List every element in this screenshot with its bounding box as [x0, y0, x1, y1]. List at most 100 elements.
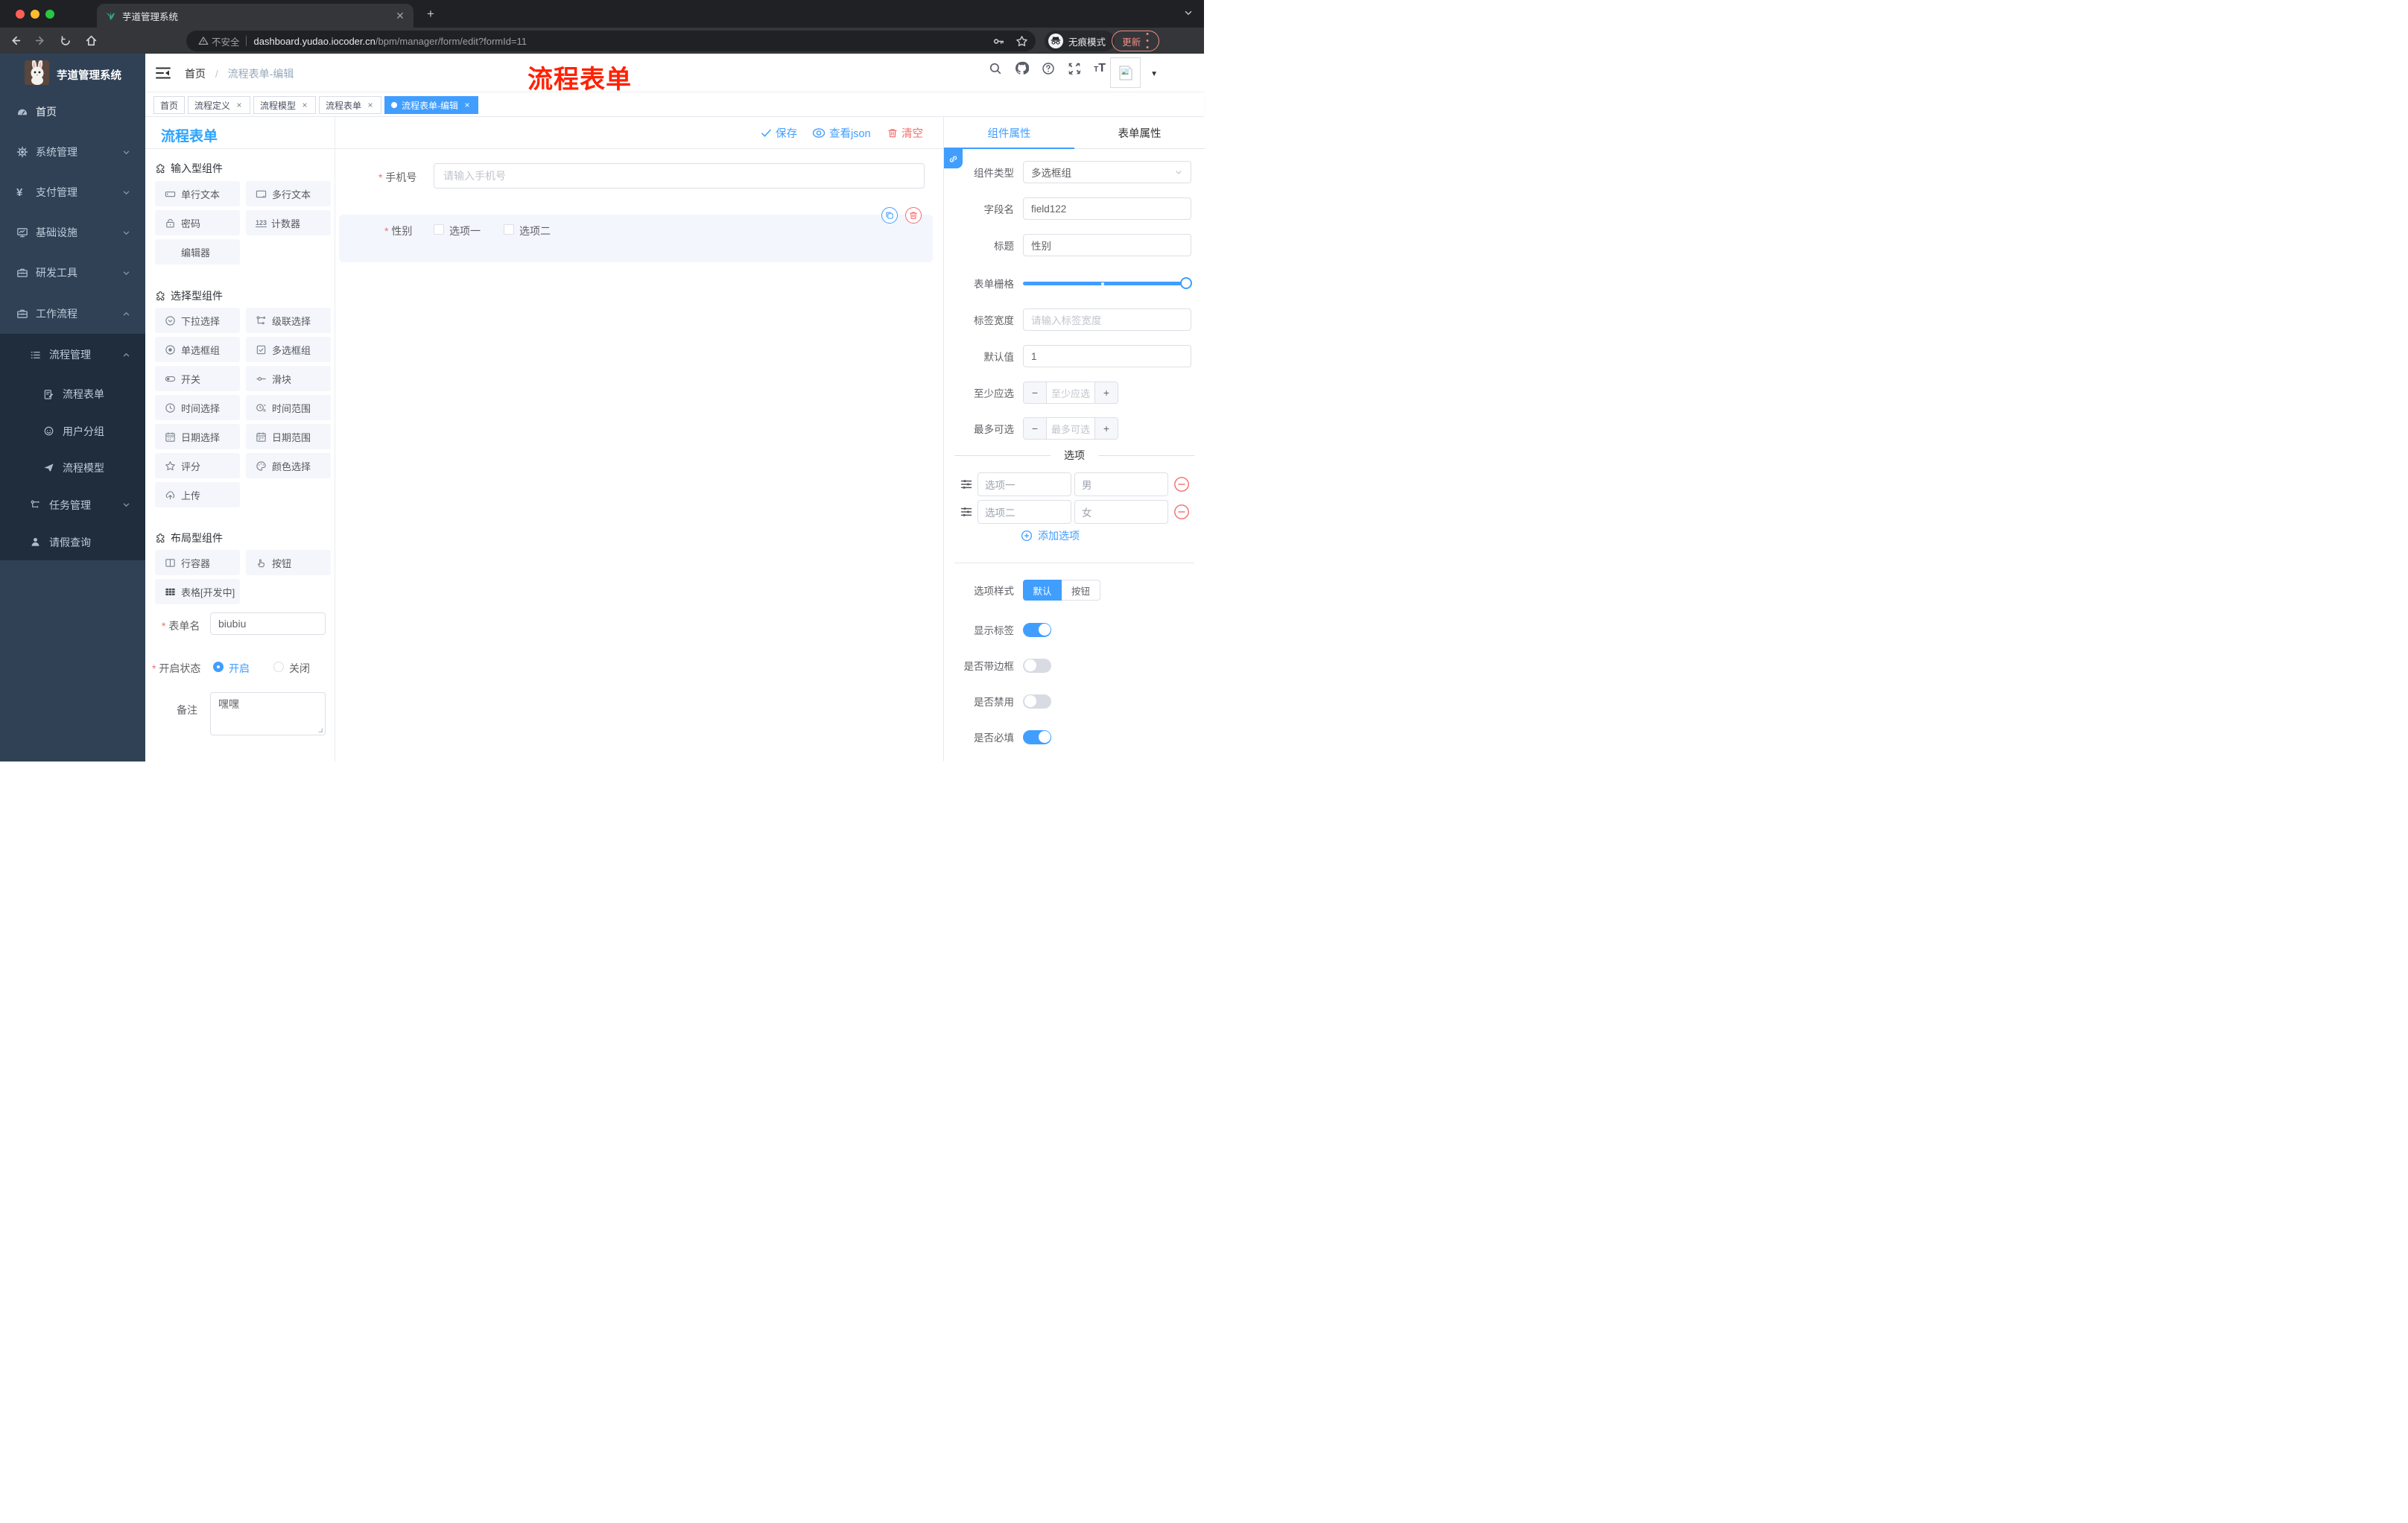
github-icon[interactable]: [1015, 61, 1030, 75]
fullscreen-icon[interactable]: [1068, 62, 1081, 75]
tag-home[interactable]: 首页: [153, 96, 186, 114]
search-icon[interactable]: [989, 62, 1002, 75]
avatar[interactable]: [1110, 57, 1141, 88]
form-grid-slider[interactable]: [1023, 272, 1192, 294]
palette-chip-table-dev[interactable]: 表格[开发中]: [155, 579, 240, 604]
palette-chip-checkbox-group[interactable]: 多选框组: [246, 337, 331, 362]
tag-close-icon[interactable]: ×: [366, 100, 375, 110]
palette-chip-rate[interactable]: 评分: [155, 453, 240, 478]
title-input[interactable]: 性别: [1023, 234, 1191, 256]
sidebar-item-home[interactable]: 首页: [0, 92, 145, 132]
label-width-input[interactable]: 请输入标签宽度: [1023, 308, 1191, 331]
required-toggle[interactable]: [1023, 729, 1051, 744]
drag-handle-icon[interactable]: [960, 478, 972, 490]
sidebar-item-dev-tools[interactable]: 研发工具: [0, 253, 145, 293]
max-select-placeholder[interactable]: 最多可选: [1051, 422, 1090, 436]
tag-process-form[interactable]: 流程表单 ×: [319, 96, 382, 114]
sidebar-item-system[interactable]: 系统管理: [0, 132, 145, 172]
security-label[interactable]: 不安全: [212, 34, 240, 48]
tag-close-icon[interactable]: ×: [235, 100, 244, 110]
avatar-caret-icon[interactable]: ▼: [1150, 70, 1158, 78]
show-label-toggle[interactable]: [1023, 622, 1051, 637]
palette-chip-editor[interactable]: 编辑器: [155, 239, 240, 265]
window-close-button[interactable]: [16, 10, 25, 19]
style-default-button[interactable]: 默认: [1023, 580, 1062, 601]
delete-component-button[interactable]: [905, 207, 922, 224]
palette-chip-upload[interactable]: 上传: [155, 482, 240, 507]
password-key-icon[interactable]: [992, 35, 1005, 48]
bookmark-star-icon[interactable]: [1016, 35, 1028, 48]
tag-process-model[interactable]: 流程模型 ×: [253, 96, 317, 114]
tag-process-definition[interactable]: 流程定义 ×: [188, 96, 251, 114]
sidebar-item-infrastructure[interactable]: 基础设施: [0, 212, 145, 253]
option1-label-input[interactable]: 选项一: [978, 472, 1071, 496]
gender-option2-checkbox[interactable]: [504, 224, 514, 235]
copy-component-button[interactable]: [881, 207, 898, 224]
palette-chip-counter[interactable]: 123 计数器: [246, 210, 331, 235]
url-path[interactable]: /bpm/manager/form/edit?formId=11: [376, 36, 527, 47]
palette-chip-button[interactable]: 按钮: [246, 550, 331, 575]
window-minimize-button[interactable]: [31, 10, 39, 19]
home-icon[interactable]: [80, 31, 101, 51]
palette-chip-time-range[interactable]: 时间范围: [246, 395, 331, 420]
option1-value-input[interactable]: 男: [1074, 472, 1168, 496]
palette-chip-switch[interactable]: 开关: [155, 366, 240, 391]
palette-chip-cascader[interactable]: 级联选择: [246, 308, 331, 333]
min-select-placeholder[interactable]: 至少应选: [1051, 386, 1090, 400]
tag-close-icon[interactable]: ×: [463, 100, 472, 110]
help-icon[interactable]: [1042, 62, 1055, 75]
forward-icon[interactable]: [30, 31, 51, 51]
palette-chip-single-line-text[interactable]: 单行文本: [155, 181, 240, 206]
clear-button[interactable]: 清空: [887, 124, 923, 142]
palette-chip-date-range[interactable]: 日期范围: [246, 424, 331, 449]
sidebar-item-process-management[interactable]: 流程管理: [0, 334, 145, 376]
component-type-select[interactable]: 多选框组: [1023, 161, 1191, 183]
palette-chip-dropdown-select[interactable]: 下拉选择: [155, 308, 240, 333]
sidebar-item-leave-query[interactable]: 请假查询: [0, 524, 145, 560]
default-value-input[interactable]: 1: [1023, 345, 1191, 367]
palette-chip-radio-group[interactable]: 单选框组: [155, 337, 240, 362]
font-size-icon[interactable]: TT: [1094, 62, 1106, 75]
palette-chip-row-container[interactable]: 行容器: [155, 550, 240, 575]
slider-track[interactable]: [1023, 282, 1191, 285]
selected-component-block[interactable]: [339, 215, 933, 262]
palette-chip-date-picker[interactable]: 日期选择: [155, 424, 240, 449]
sidebar-item-process-model[interactable]: 流程模型: [0, 449, 145, 486]
view-json-button[interactable]: 查看json: [812, 124, 871, 142]
tab-form-props[interactable]: 表单属性: [1074, 117, 1205, 148]
stepper-plus-button[interactable]: +: [1094, 418, 1118, 439]
style-button-button[interactable]: 按钮: [1062, 580, 1100, 601]
option2-value-input[interactable]: 女: [1074, 500, 1168, 524]
status-off-label[interactable]: 关闭: [289, 661, 310, 676]
gender-option1-checkbox[interactable]: [434, 224, 444, 235]
option2-label-input[interactable]: 选项二: [978, 500, 1071, 524]
sidebar-collapse-icon[interactable]: [155, 66, 171, 80]
gender-option1-label[interactable]: 选项一: [449, 224, 481, 238]
slider-handle[interactable]: [1180, 277, 1192, 289]
remove-option-button[interactable]: [1173, 475, 1191, 493]
new-tab-button[interactable]: +: [423, 7, 438, 22]
palette-chip-password[interactable]: 密码: [155, 210, 240, 235]
save-button[interactable]: 保存: [761, 124, 797, 142]
form-name-input[interactable]: biubiu: [210, 612, 326, 635]
drag-handle-icon[interactable]: [960, 506, 972, 518]
palette-chip-color-picker[interactable]: 颜色选择: [246, 453, 331, 478]
breadcrumb-home[interactable]: 首页: [185, 68, 206, 80]
tab-component-props[interactable]: 组件属性: [944, 117, 1074, 148]
status-off-radio[interactable]: [273, 662, 284, 672]
back-icon[interactable]: [4, 31, 25, 51]
palette-chip-slider[interactable]: 滑块: [246, 366, 331, 391]
url-domain[interactable]: dashboard.yudao.iocoder.cn: [254, 36, 376, 47]
sidebar-item-user-group[interactable]: 用户分组: [0, 413, 145, 449]
palette-chip-time-picker[interactable]: 时间选择: [155, 395, 240, 420]
stepper-minus-button[interactable]: −: [1024, 382, 1047, 403]
remove-option-button[interactable]: [1173, 503, 1191, 521]
sidebar-item-payment[interactable]: ¥ 支付管理: [0, 172, 145, 212]
tag-process-form-edit[interactable]: 流程表单-编辑 ×: [384, 96, 478, 114]
add-option-button[interactable]: 添加选项: [1021, 528, 1080, 543]
disabled-toggle[interactable]: [1023, 694, 1051, 709]
sidebar-item-task-management[interactable]: 任务管理: [0, 486, 145, 524]
security-warning-icon[interactable]: [198, 36, 209, 46]
refresh-icon[interactable]: [55, 31, 76, 51]
border-toggle[interactable]: [1023, 658, 1051, 673]
